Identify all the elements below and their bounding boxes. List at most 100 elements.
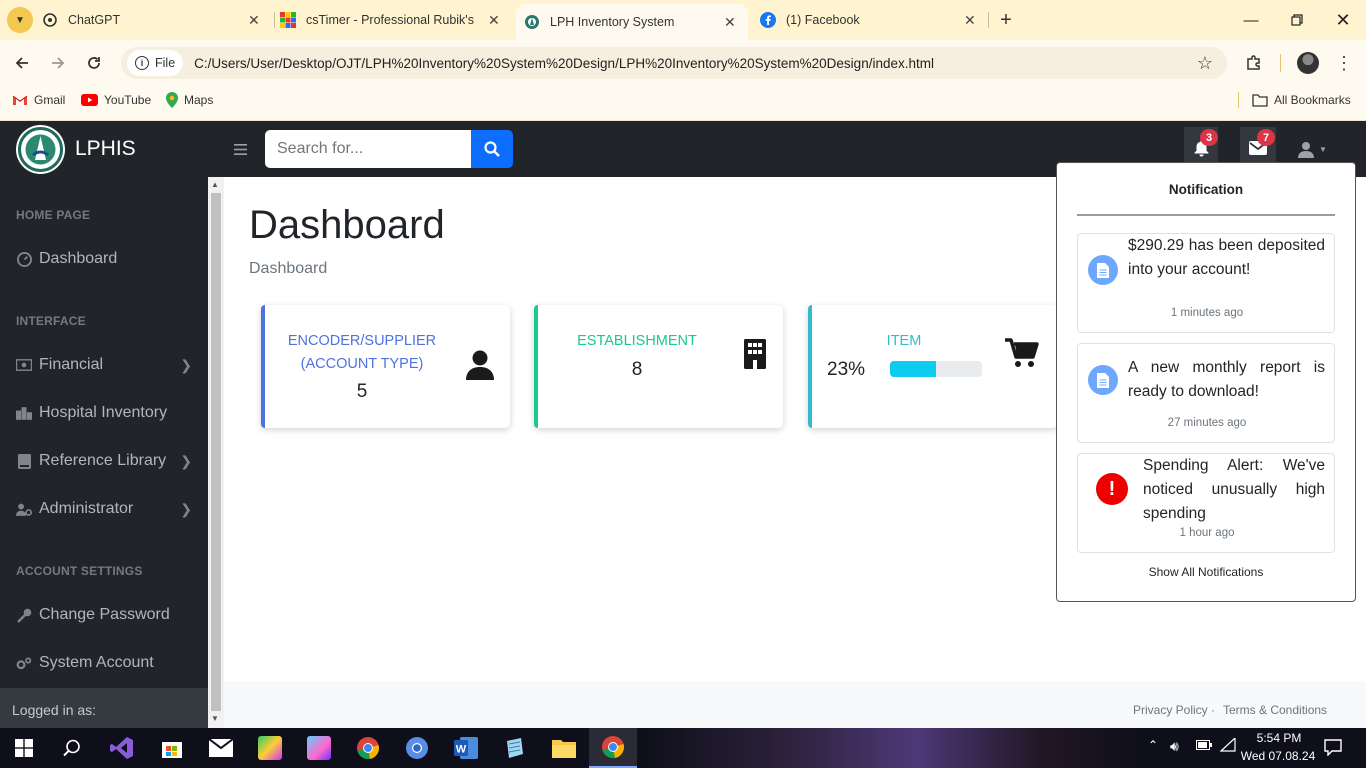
sidebar-footer: Logged in as: <box>0 688 208 728</box>
close-icon[interactable]: ✕ <box>248 12 260 29</box>
notification-text: A new monthly report is ready to downloa… <box>1128 359 1325 400</box>
reload-button[interactable] <box>76 40 112 86</box>
sidebar-item-financial[interactable]: Financial ❯ <box>16 350 196 380</box>
privacy-policy-link[interactable]: Privacy Policy <box>1133 703 1208 717</box>
close-icon[interactable]: ✕ <box>964 12 976 29</box>
cogs-icon <box>16 656 32 671</box>
notification-text: Spending Alert: We've noticed unusually … <box>1143 457 1325 522</box>
notification-divider <box>1077 214 1335 216</box>
close-window-button[interactable]: ✕ <box>1320 0 1366 40</box>
chromium-icon[interactable] <box>393 728 441 768</box>
sidebar-item-label: Hospital Inventory <box>39 404 168 421</box>
chevron-right-icon: ❯ <box>180 500 192 517</box>
forward-button[interactable] <box>40 40 76 86</box>
tab-facebook[interactable]: (1) Facebook ✕ <box>760 0 990 40</box>
tab-lph-inventory[interactable]: LPH Inventory System ✕ <box>516 4 748 40</box>
bookmark-youtube[interactable]: YouTube <box>81 86 151 114</box>
tachometer-icon <box>16 251 32 267</box>
bookmark-label: All Bookmarks <box>1274 93 1351 107</box>
card-title: ENCODER/SUPPLIER (ACCOUNT TYPE) <box>287 333 437 372</box>
tab-cstimer[interactable]: csTimer - Professional Rubik's C ✕ <box>280 0 510 40</box>
user-menu-button[interactable]: ▼ <box>1298 138 1338 160</box>
tab-title: LPH Inventory System <box>550 15 675 29</box>
sidebar-heading: HOME PAGE <box>16 208 91 222</box>
tray-chevron-icon[interactable]: ⌃ <box>1148 738 1158 752</box>
brand-logo[interactable] <box>16 125 65 174</box>
taskbar-search-button[interactable] <box>48 728 96 768</box>
star-icon[interactable]: ☆ <box>1197 53 1213 74</box>
word-icon[interactable]: W <box>442 728 490 768</box>
taskbar-date[interactable]: Wed 07.08.24 <box>1238 749 1318 763</box>
notification-header: Notification <box>1168 182 1244 197</box>
cart-icon <box>1005 338 1039 367</box>
site-info-chip[interactable]: i File <box>127 50 184 76</box>
page-scrollbar[interactable]: ▲ ▼ <box>208 177 224 728</box>
extensions-button[interactable] <box>1236 40 1272 86</box>
file-explorer-icon[interactable] <box>540 728 588 768</box>
book-icon <box>16 453 32 469</box>
reload-icon <box>88 57 100 69</box>
notification-item[interactable]: ! Spending Alert: We've noticed unusuall… <box>1077 453 1335 553</box>
game-app-icon[interactable] <box>246 728 294 768</box>
brand-name[interactable]: LPHIS <box>75 137 136 161</box>
bookmark-maps[interactable]: Maps <box>166 86 213 114</box>
card-title: ESTABLISHMENT <box>577 333 697 349</box>
card-accent <box>808 305 812 428</box>
sidebar-toggle-button[interactable] <box>228 138 252 160</box>
all-bookmarks-button[interactable]: All Bookmarks <box>1252 86 1351 114</box>
sidebar-item-administrator[interactable]: Administrator ❯ <box>16 494 196 524</box>
notepad-app-icon[interactable] <box>491 728 539 768</box>
sidebar-item-change-password[interactable]: Change Password <box>16 600 196 630</box>
wifi-icon[interactable] <box>1220 738 1236 752</box>
folder-icon <box>1252 93 1268 107</box>
search-button[interactable] <box>471 130 513 168</box>
close-icon[interactable]: ✕ <box>724 14 736 31</box>
file-icon <box>1088 255 1118 285</box>
minimize-button[interactable]: — <box>1228 0 1274 40</box>
show-all-notifications-link[interactable]: Show All Notifications <box>1057 565 1355 579</box>
tab-chatgpt[interactable]: ChatGPT ✕ <box>42 0 272 40</box>
stat-card-establishment[interactable]: ESTABLISHMENT 8 <box>534 305 783 428</box>
scroll-up-arrow[interactable]: ▲ <box>211 180 219 189</box>
stat-card-encoder[interactable]: ENCODER/SUPPLIER (ACCOUNT TYPE) 5 <box>261 305 510 428</box>
address-bar[interactable]: i File C:/Users/User/Desktop/OJT/LPH%20I… <box>121 47 1227 79</box>
item-progress-bar <box>890 361 982 377</box>
search-input[interactable] <box>265 130 472 168</box>
profile-avatar[interactable] <box>1297 52 1319 74</box>
sidebar-item-system-account[interactable]: System Account <box>16 648 196 678</box>
ms-store-icon[interactable] <box>148 728 196 768</box>
bookmarks-divider <box>1238 92 1239 108</box>
scroll-down-arrow[interactable]: ▼ <box>211 714 219 723</box>
sidebar-item-hospital-inventory[interactable]: Hospital Inventory <box>16 398 196 428</box>
chrome-icon[interactable] <box>344 728 392 768</box>
tab-search-button[interactable]: ▼ <box>7 7 33 33</box>
action-center-icon[interactable] <box>1324 739 1342 756</box>
bookmark-gmail[interactable]: Gmail <box>12 86 65 114</box>
key-icon <box>16 608 32 623</box>
url-text[interactable]: C:/Users/User/Desktop/OJT/LPH%20Inventor… <box>194 56 934 71</box>
battery-icon[interactable] <box>1196 740 1212 750</box>
taskbar-time[interactable]: 5:54 PM <box>1243 731 1315 745</box>
chatgpt-icon <box>42 12 58 28</box>
volume-icon[interactable]: 🔊︎ <box>1170 738 1179 755</box>
back-button[interactable] <box>4 40 40 86</box>
stat-card-item[interactable]: ITEM 23% <box>808 305 1057 428</box>
sidebar-item-dashboard[interactable]: Dashboard <box>16 244 196 274</box>
notification-item[interactable]: A new monthly report is ready to downloa… <box>1077 343 1335 443</box>
restore-button[interactable] <box>1274 0 1320 40</box>
bookmark-label: YouTube <box>104 93 152 107</box>
terms-link[interactable]: Terms & Conditions <box>1223 703 1327 717</box>
anime-app-icon[interactable] <box>295 728 343 768</box>
start-button[interactable] <box>0 728 48 768</box>
bookmark-label: Gmail <box>34 93 66 107</box>
new-tab-button[interactable]: + <box>994 8 1018 32</box>
chrome-active-icon[interactable] <box>589 728 637 768</box>
restore-icon <box>1291 14 1303 26</box>
scroll-thumb[interactable] <box>211 193 221 711</box>
menu-button[interactable]: ⋮ <box>1326 40 1362 86</box>
notification-item[interactable]: $290.29 has been deposited into your acc… <box>1077 233 1335 333</box>
sidebar-item-reference-library[interactable]: Reference Library ❯ <box>16 446 196 476</box>
close-icon[interactable]: ✕ <box>488 12 500 29</box>
mail-icon[interactable] <box>197 728 245 768</box>
visual-studio-icon[interactable] <box>98 728 146 768</box>
